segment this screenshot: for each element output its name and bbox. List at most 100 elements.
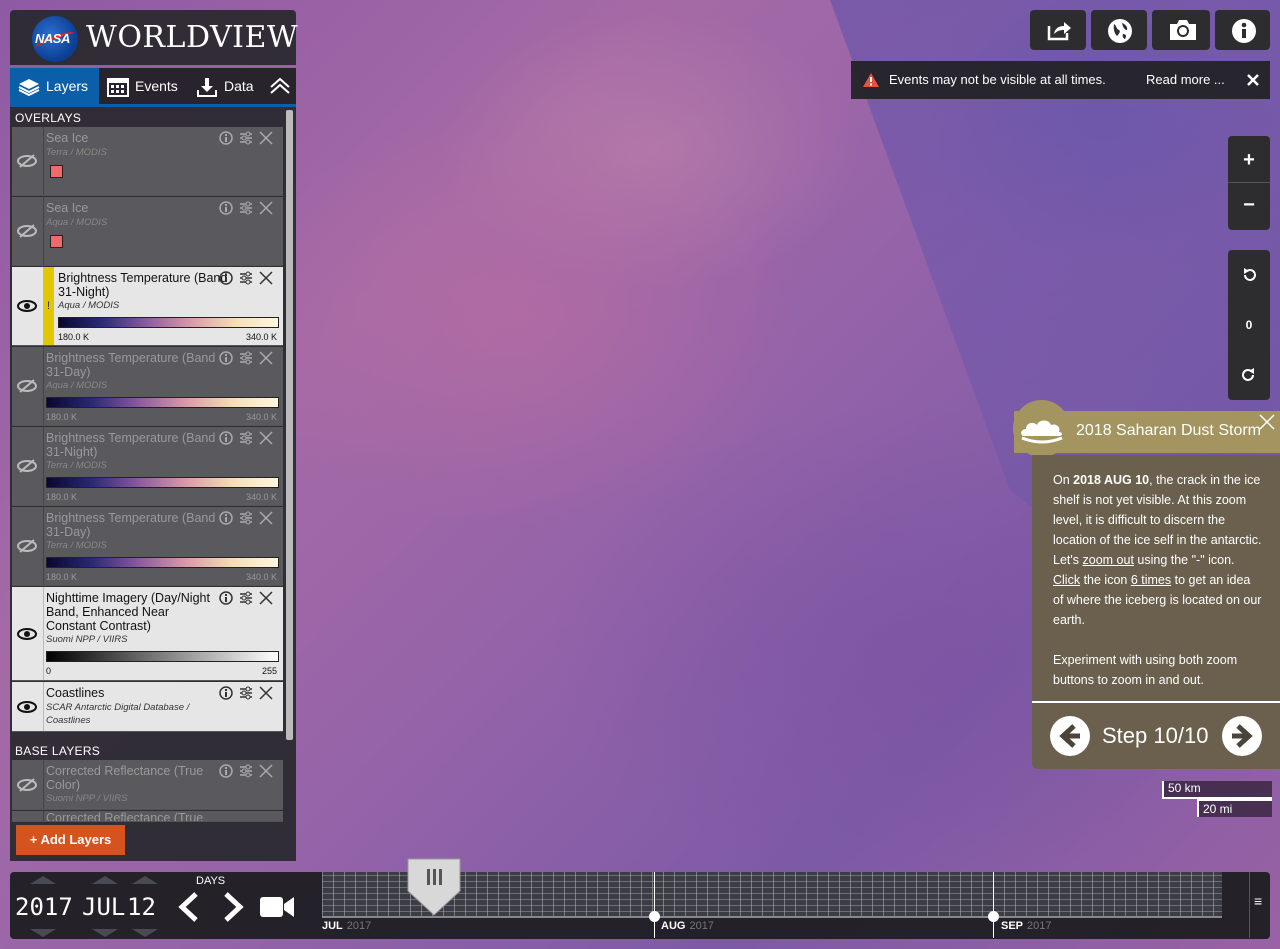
legend-swatch	[50, 235, 63, 248]
day-down-arrow[interactable]	[132, 929, 158, 937]
layer-item[interactable]: Corrected Reflectance (True Color) Suomi…	[12, 760, 283, 810]
month-up-arrow[interactable]	[92, 876, 118, 884]
remove-layer-icon[interactable]	[259, 686, 275, 702]
date-month[interactable]: JUL	[82, 893, 125, 921]
date-year[interactable]: 2017	[15, 893, 73, 921]
settings-sliders-icon[interactable]	[239, 686, 255, 702]
info-icon[interactable]	[219, 201, 235, 217]
visibility-toggle[interactable]	[12, 507, 44, 585]
events-notice: Events may not be visible at all times. …	[851, 61, 1270, 99]
layer-item[interactable]: Coastlines SCAR Antarctic Digital Databa…	[12, 682, 283, 732]
previous-step-button[interactable]	[1050, 716, 1090, 756]
timeline-marker[interactable]	[649, 911, 660, 922]
add-layers-button[interactable]: + Add Layers	[16, 825, 125, 855]
info-icon[interactable]	[219, 591, 235, 607]
zoom-out-link[interactable]: zoom out	[1083, 553, 1134, 567]
info-icon[interactable]	[219, 271, 235, 287]
settings-sliders-icon[interactable]	[239, 511, 255, 527]
visibility-toggle[interactable]	[12, 427, 44, 505]
timeline-menu-button[interactable]: ≡	[1254, 893, 1262, 909]
next-step-button[interactable]	[1222, 716, 1262, 756]
settings-sliders-icon[interactable]	[239, 591, 255, 607]
zoom-in-button[interactable]: +	[1228, 136, 1270, 183]
remove-layer-icon[interactable]	[259, 431, 275, 447]
settings-sliders-icon[interactable]	[239, 271, 255, 287]
next-day-icon[interactable]	[218, 892, 246, 922]
rotation-value[interactable]: 0	[1228, 318, 1270, 332]
visibility-toggle[interactable]	[12, 347, 44, 425]
share-button[interactable]	[1030, 10, 1086, 50]
layer-source: Terra / MODIS	[46, 540, 107, 551]
info-icon[interactable]	[219, 764, 235, 780]
remove-layer-icon[interactable]	[259, 131, 275, 147]
day-up-arrow[interactable]	[132, 876, 158, 884]
tab-data[interactable]: Data	[196, 68, 254, 104]
settings-sliders-icon[interactable]	[239, 131, 255, 147]
visibility-toggle[interactable]	[12, 587, 44, 680]
close-icon[interactable]	[1259, 414, 1275, 430]
projection-button[interactable]	[1091, 10, 1147, 50]
rotate-right-icon[interactable]	[1242, 368, 1256, 382]
rotation-controls: 0	[1228, 250, 1270, 400]
settings-sliders-icon[interactable]	[239, 201, 255, 217]
year-up-arrow[interactable]	[30, 876, 56, 884]
info-icon[interactable]	[219, 351, 235, 367]
layer-item[interactable]: Sea Ice Aqua / MODIS	[12, 197, 283, 266]
visibility-toggle[interactable]	[12, 760, 44, 809]
previous-day-icon[interactable]	[176, 892, 204, 922]
settings-sliders-icon[interactable]	[239, 764, 255, 780]
collapse-chevron-icon[interactable]	[269, 77, 291, 95]
timeline-date-handle[interactable]	[404, 857, 464, 917]
remove-layer-icon[interactable]	[259, 764, 275, 780]
colorbar	[46, 477, 279, 488]
remove-layer-icon[interactable]	[259, 201, 275, 217]
settings-sliders-icon[interactable]	[239, 431, 255, 447]
info-icon[interactable]	[219, 431, 235, 447]
notice-read-more-link[interactable]: Read more ...	[1146, 61, 1225, 99]
settings-sliders-icon[interactable]	[239, 351, 255, 367]
timeline-marker[interactable]	[988, 911, 999, 922]
six-times-link[interactable]: 6 times	[1131, 573, 1171, 587]
layer-list-scrollbar[interactable]	[286, 110, 293, 740]
info-icon[interactable]	[219, 131, 235, 147]
layer-name: Corrected Reflectance (True Color)	[46, 764, 204, 792]
layer-item[interactable]: Brightness Temperature (Band 31-Day) Ter…	[12, 507, 283, 586]
interval-label[interactable]: DAYS	[196, 875, 225, 887]
layer-item[interactable]: Sea Ice Terra / MODIS	[12, 127, 283, 196]
zoom-out-button[interactable]: −	[1228, 183, 1270, 229]
layer-item[interactable]: ! Brightness Temperature (Band 31-Night)…	[12, 267, 283, 346]
tab-layers[interactable]: Layers	[10, 68, 99, 104]
layer-item[interactable]: Brightness Temperature (Band 31-Night) T…	[12, 427, 283, 506]
warning-indicator[interactable]: !	[43, 267, 54, 345]
info-icon[interactable]	[219, 511, 235, 527]
remove-layer-icon[interactable]	[259, 511, 275, 527]
visibility-toggle[interactable]	[12, 682, 44, 731]
close-icon[interactable]	[1247, 74, 1259, 86]
year-down-arrow[interactable]	[30, 929, 56, 937]
legend-swatch	[50, 165, 63, 178]
remove-layer-icon[interactable]	[259, 271, 275, 287]
eye-icon	[17, 700, 37, 713]
info-button[interactable]	[1215, 10, 1270, 50]
visibility-toggle[interactable]	[12, 197, 44, 265]
date-day[interactable]: 12	[127, 893, 156, 921]
visibility-toggle[interactable]	[12, 127, 44, 195]
overlays-heading: OVERLAYS	[15, 111, 82, 125]
layers-icon	[18, 79, 40, 97]
colorbar-max: 340.0 K	[245, 332, 277, 342]
video-camera-icon[interactable]	[259, 894, 295, 920]
info-icon[interactable]	[219, 686, 235, 702]
visibility-toggle[interactable]	[12, 267, 44, 345]
click-link[interactable]: Click	[1053, 573, 1080, 587]
layer-item[interactable]: Corrected Reflectance (True	[12, 811, 283, 822]
tab-events[interactable]: Events	[107, 68, 178, 104]
visibility-toggle[interactable]	[12, 811, 44, 821]
layer-item[interactable]: Nighttime Imagery (Day/Night Band, Enhan…	[12, 587, 283, 681]
rotate-left-icon[interactable]	[1242, 268, 1256, 282]
tour-title: 2018 Saharan Dust Storm	[1076, 422, 1261, 439]
remove-layer-icon[interactable]	[259, 351, 275, 367]
layer-item[interactable]: Brightness Temperature (Band 31-Day) Aqu…	[12, 347, 283, 426]
remove-layer-icon[interactable]	[259, 591, 275, 607]
month-down-arrow[interactable]	[92, 929, 118, 937]
snapshot-button[interactable]	[1152, 10, 1210, 50]
